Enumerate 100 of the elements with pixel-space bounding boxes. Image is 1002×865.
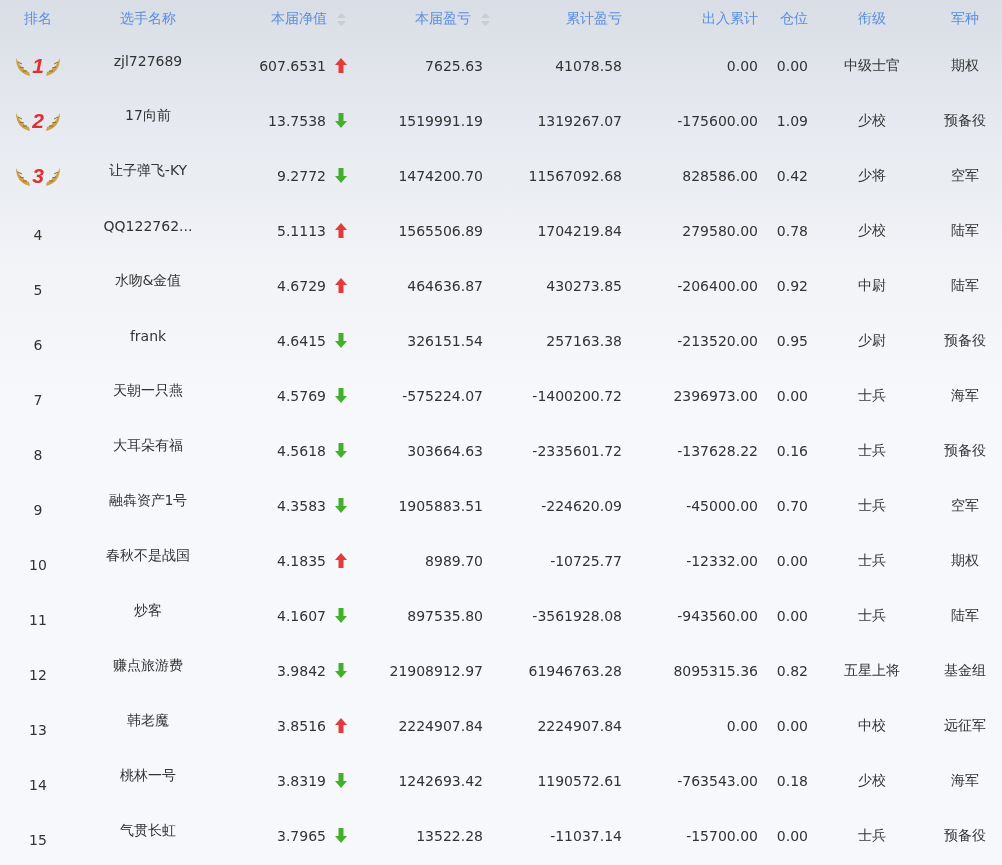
column-header: 衔级 — [858, 10, 886, 28]
net-value: 4.1607 — [277, 607, 326, 624]
net-value: 3.8516 — [277, 717, 326, 734]
rank-title: 少校 — [858, 771, 886, 790]
net-flow: -15700.00 — [686, 827, 758, 844]
player-name: QQ122762... — [103, 217, 193, 234]
net-flow: 0.00 — [726, 717, 758, 734]
position-ratio: 0.70 — [776, 497, 808, 514]
rank-number: 7 — [33, 391, 43, 408]
net-flow: 828586.00 — [682, 167, 758, 184]
service-branch: 陆军 — [951, 606, 979, 625]
column-header: 排名 — [24, 10, 52, 28]
net-flow: 279580.00 — [682, 222, 758, 239]
rank-number: 4 — [33, 226, 43, 243]
rank-number: 13 — [29, 721, 47, 738]
rank-title: 中级士官 — [844, 56, 900, 75]
period-profit: 13522.28 — [416, 827, 483, 844]
rank-title: 士兵 — [858, 496, 886, 515]
position-ratio: 1.09 — [776, 112, 808, 129]
position-ratio: 0.82 — [776, 662, 808, 679]
service-branch: 期权 — [951, 551, 979, 570]
net-value: 3.7965 — [277, 827, 326, 844]
rank-title: 士兵 — [858, 386, 886, 405]
total-profit: 257163.38 — [546, 332, 622, 349]
net-flow: 8095315.36 — [673, 662, 758, 679]
net-flow: -206400.00 — [677, 277, 758, 294]
net-value: 3.8319 — [277, 772, 326, 789]
service-branch: 空军 — [951, 496, 979, 515]
total-profit: -3561928.08 — [532, 607, 622, 624]
rank-title: 少尉 — [858, 331, 886, 350]
player-name: 韩老魔 — [127, 711, 169, 730]
net-value: 4.1835 — [277, 552, 326, 569]
position-ratio: 0.78 — [776, 222, 808, 239]
service-branch: 预备役 — [944, 111, 986, 130]
rank-number: 3 — [32, 163, 44, 188]
total-profit: 11567092.68 — [528, 167, 622, 184]
service-branch: 期权 — [951, 56, 979, 75]
period-profit: 8989.70 — [425, 552, 483, 569]
net-value: 4.5618 — [277, 442, 326, 459]
rank-number: 2 — [32, 108, 44, 133]
rank-number: 8 — [33, 446, 43, 463]
position-ratio: 0.16 — [776, 442, 808, 459]
rank-number: 1 — [32, 53, 44, 78]
column-header: 军种 — [951, 10, 979, 28]
rank-number: 5 — [33, 281, 43, 298]
period-profit: 2224907.84 — [398, 717, 483, 734]
period-profit: 1242693.42 — [398, 772, 483, 789]
position-ratio: 0.00 — [776, 57, 808, 74]
column-header: 出入累计 — [702, 10, 758, 28]
column-header: 选手名称 — [120, 10, 176, 28]
period-profit: 7625.63 — [425, 57, 483, 74]
period-profit: 326151.54 — [407, 332, 483, 349]
net-flow: 2396973.00 — [673, 387, 758, 404]
net-flow: -213520.00 — [677, 332, 758, 349]
player-name: 春秋不是战国 — [106, 546, 190, 565]
period-profit: 1519991.19 — [398, 112, 483, 129]
period-profit: 1905883.51 — [398, 497, 483, 514]
player-name: 水吻&金值 — [114, 271, 182, 290]
column-header: 累计盈亏 — [566, 10, 622, 28]
player-name: 让子弹飞-KY — [108, 161, 188, 180]
rank-number: 6 — [33, 336, 43, 353]
net-value: 4.3583 — [277, 497, 326, 514]
total-profit: -1400200.72 — [532, 387, 622, 404]
total-profit: 61946763.28 — [528, 662, 622, 679]
position-ratio: 0.00 — [776, 607, 808, 624]
rank-title: 士兵 — [858, 826, 886, 845]
column-header[interactable]: 本届净值 — [271, 10, 327, 28]
total-profit: -11037.14 — [550, 827, 622, 844]
net-flow: -45000.00 — [686, 497, 758, 514]
total-profit: -2335601.72 — [532, 442, 622, 459]
position-ratio: 0.18 — [776, 772, 808, 789]
rank-number: 15 — [29, 831, 47, 848]
rank-title: 少校 — [858, 221, 886, 240]
net-value: 13.7538 — [268, 112, 326, 129]
total-profit: -224620.09 — [541, 497, 622, 514]
player-name: 桃林一号 — [120, 766, 176, 785]
player-name: 大耳朵有福 — [113, 436, 183, 455]
total-profit: 1704219.84 — [537, 222, 622, 239]
net-flow: -943560.00 — [677, 607, 758, 624]
position-ratio: 0.92 — [776, 277, 808, 294]
player-name: 17向前 — [125, 106, 171, 125]
total-profit: -10725.77 — [550, 552, 622, 569]
player-name: 赚点旅游费 — [113, 656, 183, 675]
service-branch: 陆军 — [951, 221, 979, 240]
net-flow: 0.00 — [726, 57, 758, 74]
position-ratio: 0.00 — [776, 387, 808, 404]
total-profit: 1190572.61 — [537, 772, 622, 789]
period-profit: 464636.87 — [407, 277, 483, 294]
player-name: frank — [129, 327, 167, 344]
player-name: 气贯长虹 — [120, 821, 176, 840]
rank-number: 14 — [29, 776, 47, 793]
period-profit: 1474200.70 — [398, 167, 483, 184]
player-name: zjl727689 — [113, 52, 183, 69]
net-value: 9.2772 — [277, 167, 326, 184]
service-branch: 预备役 — [944, 826, 986, 845]
column-header[interactable]: 本届盈亏 — [415, 10, 471, 28]
rank-title: 中尉 — [858, 276, 886, 295]
position-ratio: 0.00 — [776, 552, 808, 569]
position-ratio: 0.95 — [776, 332, 808, 349]
player-name: 融犇资产1号 — [108, 491, 188, 510]
